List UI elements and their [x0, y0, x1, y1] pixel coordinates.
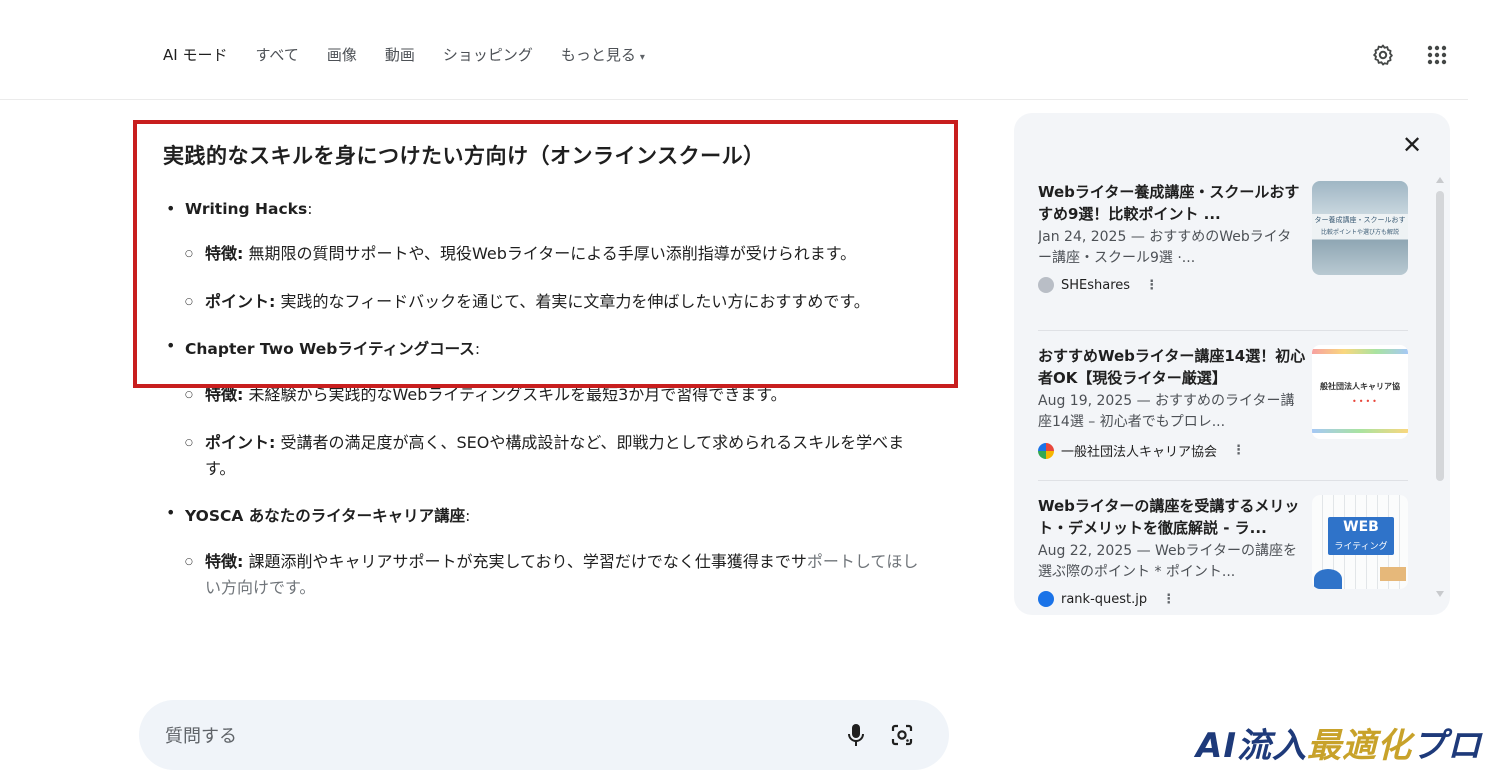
point-text: 無期限の質問サポートや、現役Webライターによる手厚い添削指導が受けられます。 — [243, 244, 857, 263]
scroll-down-arrow-icon[interactable] — [1436, 591, 1444, 597]
source-list: Webライター養成講座・スクールおすすめ9選！比較ポイント ... Jan 24… — [1038, 181, 1408, 615]
tab-images[interactable]: 画像 — [327, 44, 357, 65]
site-favicon-icon — [1038, 442, 1054, 459]
header-divider — [0, 99, 1468, 100]
sub-list: 特徴: 課題添削やキャリアサポートが充実しており、学習だけでなく仕事獲得までサポ… — [185, 549, 923, 601]
source-thumbnail[interactable]: WEB ライティング — [1312, 495, 1408, 589]
header-actions — [1366, 38, 1454, 72]
scrollbar-thumb[interactable] — [1436, 191, 1444, 481]
watermark-part: 最適化 — [1307, 726, 1412, 766]
sub-list-item: 特徴: 課題添削やキャリアサポートが充実しており、学習だけでなく仕事獲得までサポ… — [185, 549, 923, 601]
tab-more[interactable]: もっと見る ▾ — [561, 44, 645, 65]
source-card[interactable]: Webライター養成講座・スクールおすすめ9選！比較ポイント ... Jan 24… — [1038, 181, 1408, 331]
thumb-caption: ター養成講座・スクールおす — [1314, 216, 1406, 224]
sub-list-item: ポイント: 実践的なフィードバックを通じて、着実に文章力を伸ばしたい方におすすめ… — [185, 289, 923, 315]
source-title[interactable]: Webライター養成講座・スクールおすすめ9選！比較ポイント ... — [1038, 181, 1306, 225]
scroll-up-arrow-icon[interactable] — [1436, 177, 1444, 183]
sub-list-item: 特徴: 無期限の質問サポートや、現役Webライターによる手厚い添削指導が受けられ… — [185, 241, 923, 267]
source-title[interactable]: Webライターの講座を受講するメリット・デメリットを徹底解説 - ラ... — [1038, 495, 1306, 539]
item-suffix: : — [474, 340, 481, 358]
microphone-icon[interactable] — [843, 722, 869, 748]
site-name: 一般社団法人キャリア協会 — [1061, 445, 1218, 460]
sources-panel: ✕ Webライター養成講座・スクールおすすめ9選！比較ポイント ... Jan … — [1014, 113, 1450, 615]
source-thumbnail[interactable]: 般社団法人キャリア協 •••• — [1312, 345, 1408, 439]
point-label: ポイント: — [205, 292, 276, 311]
source-snippet: Aug 22, 2025 — Webライターの講座を選ぶ際のポイント * ポイン… — [1038, 543, 1297, 580]
apps-grid-icon[interactable] — [1420, 38, 1454, 72]
thumb-caption: ライティング — [1334, 542, 1388, 552]
tab-all[interactable]: すべて — [255, 44, 298, 65]
point-text: 未経験から実践的なWebライティングスキルを最短3か月で習得できます。 — [243, 385, 787, 404]
source-site: rank-quest.jp ⋮ — [1038, 591, 1408, 607]
tab-ai-mode[interactable]: AI モード — [163, 44, 227, 65]
point-label: 特徴: — [205, 244, 244, 263]
site-favicon-icon — [1038, 591, 1054, 607]
thumb-caption: 般社団法人キャリア協 — [1320, 382, 1400, 391]
panel-scrollbar[interactable] — [1436, 177, 1444, 597]
point-label: ポイント: — [205, 433, 276, 452]
point-label: 特徴: — [205, 385, 244, 404]
source-thumbnail[interactable]: ター養成講座・スクールおす 比較ポイントや選び方も解説 — [1312, 181, 1408, 275]
site-name: SHEshares — [1061, 277, 1131, 293]
close-icon[interactable]: ✕ — [1400, 133, 1424, 157]
brand-watermark: AI流入最適化プロ — [1196, 718, 1482, 767]
list-item: Writing Hacks: 特徴: 無期限の質問サポートや、現役Webライター… — [163, 199, 923, 315]
more-options-icon[interactable]: ⋮ — [1232, 443, 1245, 458]
more-options-icon[interactable]: ⋮ — [1145, 278, 1158, 293]
item-name: Chapter Two Webライティングコース — [185, 340, 475, 358]
tab-more-label: もっと見る — [560, 45, 636, 64]
search-mode-tabs: AI モード すべて 画像 動画 ショッピング もっと見る ▾ — [163, 42, 673, 66]
source-site: SHEshares ⋮ — [1038, 277, 1408, 293]
item-name: Writing Hacks — [185, 200, 308, 218]
site-favicon-icon — [1038, 277, 1054, 293]
thumb-caption: 比較ポイントや選び方も解説 — [1320, 229, 1399, 236]
school-list: Writing Hacks: 特徴: 無期限の質問サポートや、現役Webライター… — [163, 199, 923, 601]
section-title: 実践的なスキルを身につけたい方向け（オンラインスクール） — [163, 144, 765, 168]
thumb-caption: WEB — [1343, 519, 1379, 535]
settings-gear-icon[interactable] — [1366, 38, 1400, 72]
item-suffix: : — [307, 200, 313, 218]
source-snippet: Aug 19, 2025 — おすすめのライター講座14選 – 初心者でもプロレ… — [1038, 393, 1295, 430]
tab-shopping[interactable]: ショッピング — [443, 44, 533, 65]
site-name: rank-quest.jp — [1061, 591, 1148, 607]
tab-videos[interactable]: 動画 — [385, 44, 415, 65]
watermark-part: プロ — [1412, 726, 1482, 766]
source-card[interactable]: おすすめWebライター講座14選！初心者OK【現役ライター厳選】 Aug 19,… — [1038, 331, 1408, 481]
watermark-part: AI流入 — [1196, 726, 1307, 766]
more-options-icon[interactable]: ⋮ — [1162, 592, 1175, 607]
source-card[interactable]: Webライターの講座を受講するメリット・デメリットを徹底解説 - ラ... Au… — [1038, 481, 1408, 615]
point-text: 実践的なフィードバックを通じて、着実に文章力を伸ばしたい方におすすめです。 — [275, 292, 870, 311]
source-site: 一般社団法人キャリア協会 ⋮ — [1038, 441, 1408, 460]
ask-input[interactable]: 質問する — [165, 722, 843, 748]
lens-camera-icon[interactable] — [889, 722, 915, 748]
point-label: 特徴: — [205, 552, 244, 571]
ask-input-box[interactable]: 質問する — [139, 700, 949, 770]
list-item: Chapter Two Webライティングコース: 特徴: 未経験から実践的なW… — [163, 336, 923, 482]
source-snippet: Jan 24, 2025 — おすすめのWebライター講座・スクール9選 ·..… — [1038, 229, 1292, 266]
item-name: YOSCA あなたのライターキャリア講座 — [185, 507, 466, 525]
sub-list-item: 特徴: 未経験から実践的なWebライティングスキルを最短3か月で習得できます。 — [185, 382, 923, 408]
sub-list-item: ポイント: 受講者の満足度が高く、SEOや構成設計など、即戦力として求められるス… — [185, 430, 923, 482]
source-title[interactable]: おすすめWebライター講座14選！初心者OK【現役ライター厳選】 — [1038, 345, 1306, 389]
point-text: 受講者の満足度が高く、SEOや構成設計など、即戦力として求められるスキルを学べま… — [205, 433, 905, 478]
ai-answer: 実践的なスキルを身につけたい方向け（オンラインスクール） Writing Hac… — [163, 128, 923, 623]
chevron-down-icon: ▾ — [639, 51, 645, 63]
item-suffix: : — [465, 507, 471, 525]
point-text: 課題添削やキャリアサポートが充実しており、学習だけでなく仕事獲得までサ — [243, 552, 807, 571]
sub-list: 特徴: 未経験から実践的なWebライティングスキルを最短3か月で習得できます。 … — [185, 382, 923, 482]
sub-list: 特徴: 無期限の質問サポートや、現役Webライターによる手厚い添削指導が受けられ… — [185, 241, 923, 315]
list-item: YOSCA あなたのライターキャリア講座: 特徴: 課題添削やキャリアサポートが… — [163, 503, 923, 601]
